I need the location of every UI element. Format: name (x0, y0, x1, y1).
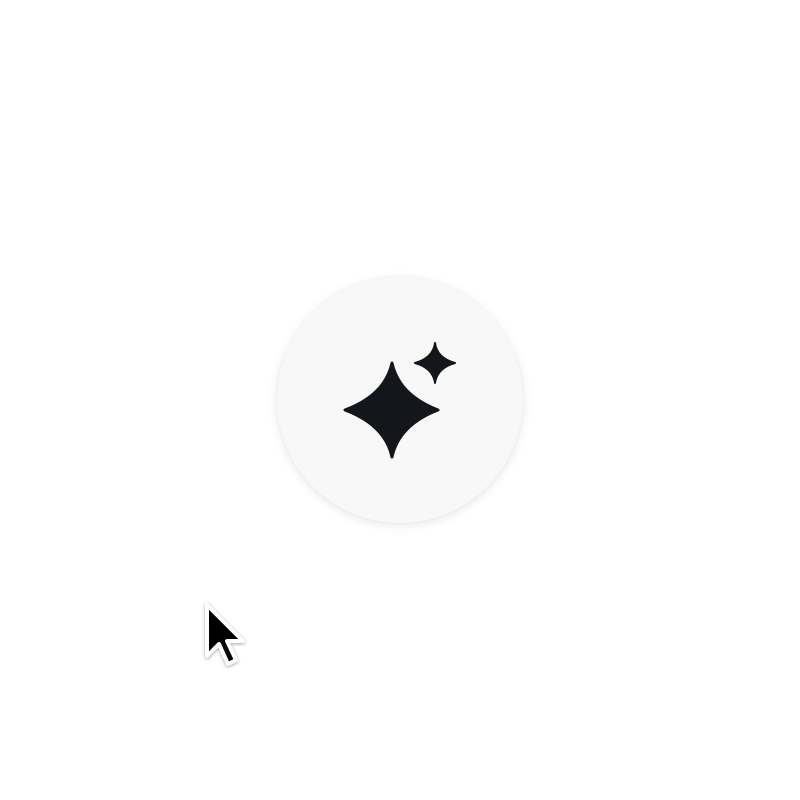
sparkles-icon (277, 277, 523, 523)
sparkle-button[interactable] (277, 277, 523, 523)
pointer-arrow-icon (200, 598, 250, 670)
canvas (0, 0, 800, 800)
